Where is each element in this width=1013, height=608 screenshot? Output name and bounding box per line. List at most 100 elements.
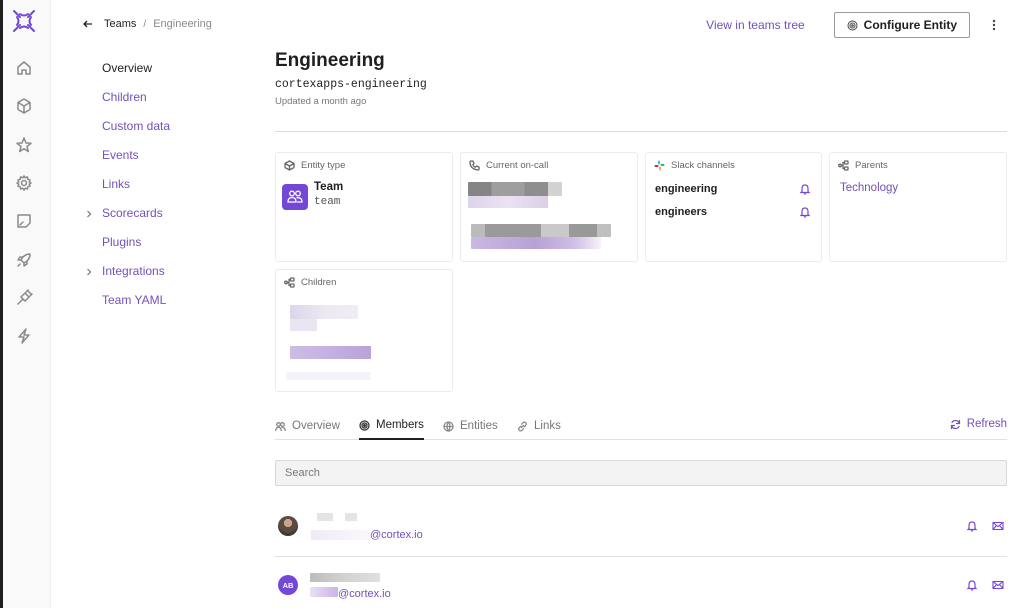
redacted-email xyxy=(311,530,371,540)
entity-type-name: Team xyxy=(314,181,344,193)
hierarchy-icon xyxy=(838,160,849,171)
avatar: AB xyxy=(278,575,298,595)
subnav-item-events[interactable]: Events xyxy=(84,141,254,170)
subnav-item-plugins[interactable]: Plugins xyxy=(84,227,254,256)
subnav-item-label: Links xyxy=(102,177,131,191)
more-options-icon[interactable] xyxy=(987,15,1001,35)
card-heading: Current on-call xyxy=(486,160,549,171)
gear-icon[interactable] xyxy=(14,173,34,193)
slack-channel-name[interactable]: engineering xyxy=(655,183,717,195)
children-card: Children xyxy=(275,269,453,392)
redacted-email xyxy=(468,196,548,208)
star-icon[interactable] xyxy=(14,135,34,155)
home-icon[interactable] xyxy=(14,58,34,78)
redacted-email xyxy=(471,237,601,249)
tab-links[interactable]: Links xyxy=(517,414,561,440)
cube-icon xyxy=(284,160,295,171)
app-rail xyxy=(3,0,51,608)
lightning-icon[interactable] xyxy=(14,326,34,346)
subnav-item-children[interactable]: Children xyxy=(84,83,254,112)
plug-icon[interactable] xyxy=(14,288,34,308)
redacted-child xyxy=(286,372,371,380)
header-actions: View in teams tree Configure Entity xyxy=(706,12,1001,38)
entity-tag: cortexapps-engineering xyxy=(275,78,427,91)
subnav-item-label: Overview xyxy=(102,61,153,76)
updated-timestamp: Updated a month ago xyxy=(275,96,367,107)
globe-icon xyxy=(443,420,454,432)
slack-channel-name[interactable]: engineers xyxy=(655,206,707,218)
subnav-item-integrations[interactable]: Integrations xyxy=(84,256,254,285)
breadcrumb-current: Engineering xyxy=(153,18,212,30)
member-row: AB @cortex.io xyxy=(275,567,1007,608)
avatar xyxy=(278,516,298,536)
note-icon[interactable] xyxy=(14,211,34,231)
redacted-name xyxy=(471,224,611,237)
entity-subnav: Overview Children Custom data Events Lin… xyxy=(84,54,254,314)
bell-icon[interactable] xyxy=(966,579,978,591)
search-input[interactable] xyxy=(275,460,1007,486)
subnav-item-overview[interactable]: Overview xyxy=(84,54,254,83)
cube-icon[interactable] xyxy=(14,96,34,116)
chevron-right-icon[interactable] xyxy=(84,208,94,218)
redacted-child xyxy=(290,305,358,319)
mail-icon[interactable] xyxy=(992,579,1004,591)
subnav-item-label: Scorecards xyxy=(102,205,163,220)
refresh-button[interactable]: Refresh xyxy=(950,418,1007,430)
phone-icon xyxy=(469,160,480,171)
tab-label: Overview xyxy=(292,420,340,432)
target-icon xyxy=(847,20,858,31)
subnav-item-label: Team YAML xyxy=(102,292,167,307)
tab-entities[interactable]: Entities xyxy=(443,414,498,440)
tab-label: Members xyxy=(376,419,424,431)
slack-channel-row: engineering xyxy=(655,183,811,195)
breadcrumb-separator: / xyxy=(143,18,147,30)
subnav-item-label: Custom data xyxy=(102,119,171,134)
parent-link[interactable]: Technology xyxy=(840,182,898,194)
breadcrumb-teams-link[interactable]: Teams xyxy=(104,18,136,30)
chevron-right-icon[interactable] xyxy=(84,266,94,276)
subnav-item-label: Children xyxy=(102,90,147,105)
card-heading: Entity type xyxy=(301,160,346,171)
configure-entity-button[interactable]: Configure Entity xyxy=(833,12,970,38)
subnav-item-links[interactable]: Links xyxy=(84,170,254,199)
page-title: Engineering xyxy=(275,50,385,71)
redacted-name xyxy=(317,513,333,521)
member-email[interactable]: @cortex.io xyxy=(370,529,423,541)
subnav-item-label: Integrations xyxy=(102,263,165,278)
redacted-name xyxy=(310,573,380,582)
slack-channel-row: engineers xyxy=(655,206,811,218)
tab-overview[interactable]: Overview xyxy=(275,414,340,440)
redacted-name xyxy=(345,513,357,521)
rocket-icon[interactable] xyxy=(14,250,34,270)
bell-icon[interactable] xyxy=(799,206,811,218)
tab-members[interactable]: Members xyxy=(359,414,424,440)
member-email[interactable]: @cortex.io xyxy=(338,588,391,600)
back-arrow-icon[interactable] xyxy=(82,17,96,31)
cortex-logo[interactable] xyxy=(11,8,37,34)
header-divider xyxy=(275,131,1007,132)
bell-icon[interactable] xyxy=(966,520,978,532)
tab-label: Entities xyxy=(460,420,498,432)
subnav-item-team-yaml[interactable]: Team YAML xyxy=(84,285,254,314)
refresh-icon xyxy=(950,419,961,430)
member-row: @cortex.io xyxy=(275,508,1007,556)
redacted-email xyxy=(310,587,338,597)
subnav-item-custom-data[interactable]: Custom data xyxy=(84,112,254,141)
card-heading: Parents xyxy=(855,160,888,171)
member-actions xyxy=(952,579,1004,591)
card-heading: Children xyxy=(301,277,337,288)
on-call-card: Current on-call xyxy=(460,152,638,262)
entity-type-tag: team xyxy=(314,196,341,208)
slack-channels-card: Slack channels engineering engineers xyxy=(645,152,822,262)
parents-card: Parents Technology xyxy=(829,152,1007,262)
hierarchy-icon xyxy=(284,277,295,288)
members-tabs: Overview Members Entities Links xyxy=(275,414,1007,440)
bell-icon[interactable] xyxy=(799,183,811,195)
people-icon xyxy=(275,421,286,432)
view-in-teams-tree-link[interactable]: View in teams tree xyxy=(706,18,805,32)
subnav-item-scorecards[interactable]: Scorecards xyxy=(84,198,254,227)
card-heading: Slack channels xyxy=(671,160,735,171)
mail-icon[interactable] xyxy=(992,520,1004,532)
entity-header: Engineering cortexapps-engineering Updat… xyxy=(275,50,427,107)
tab-label: Links xyxy=(534,420,561,432)
